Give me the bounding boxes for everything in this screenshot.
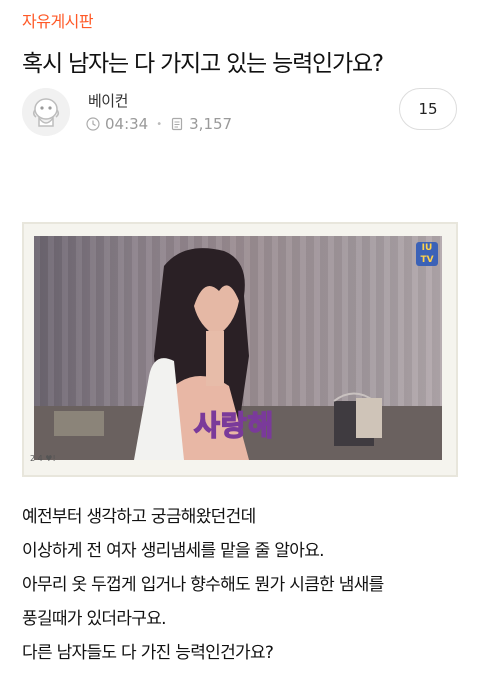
body-line: 예전부터 생각하고 궁금해왔던건데 [22,507,256,527]
comment-count: 15 [418,100,438,118]
channel-watermark: IU TV [416,242,438,266]
post-title: 혹시 남자는 다 가지고 있는 능력인가요? [22,51,384,77]
document-icon [172,117,183,131]
board-name-link[interactable]: 자유게시판 [22,8,94,32]
meta-separator: • [156,118,163,130]
post-meta: 04:34 • 3,157 [86,115,232,133]
clock-icon [86,117,100,131]
post-photo[interactable]: IU TV 사랑해 [34,236,442,460]
author-avatar[interactable] [22,88,70,136]
image-caption: 사랑해 [193,408,275,443]
post-time: 04:34 [105,115,149,133]
body-line: 이상하게 전 여자 생리냄세를 맡을 줄 알아요. [22,541,325,561]
post-image-frame: IU TV 사랑해 2 4 ♥! [22,222,458,477]
body-line: 다른 남자들도 다 가진 능력인건가요? [22,643,274,663]
view-count: 3,157 [189,115,233,133]
comment-count-button[interactable]: 15 [399,88,457,130]
author-name[interactable]: 베이컨 [88,90,128,111]
post-body: 예전부터 생각하고 궁금해왔던건데 이상하게 전 여자 생리냄세를 맡을 줄 알… [22,506,468,676]
image-corner-note: 2 4 ♥! [30,454,56,463]
character-avatar-icon [22,88,70,136]
body-line: 아무리 옷 두껍게 입거나 향수해도 뭔가 시큼한 냄새를 [22,575,384,595]
body-line: 풍길때가 있더라구요. [22,609,167,629]
